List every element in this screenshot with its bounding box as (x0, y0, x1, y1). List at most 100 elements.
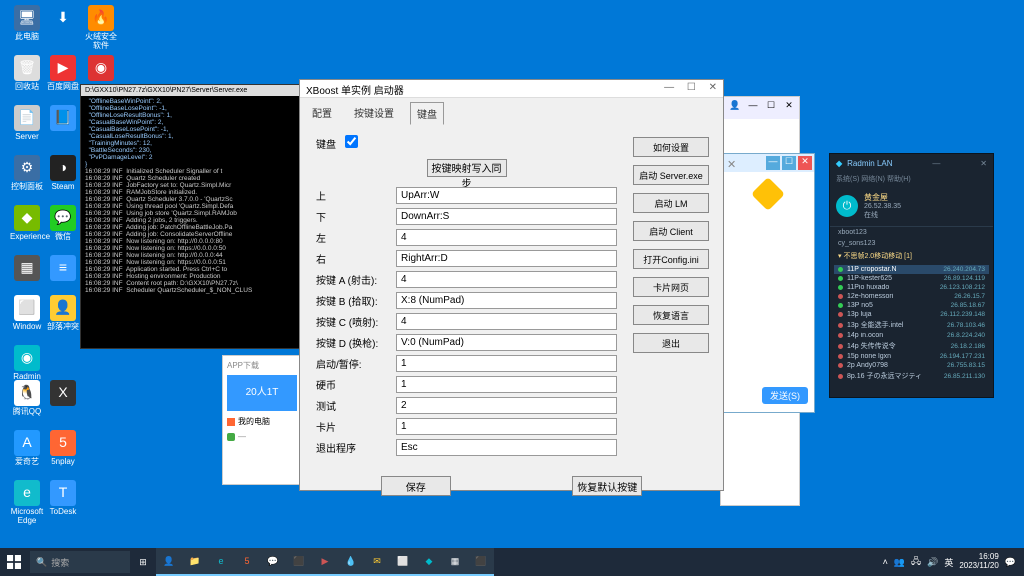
side-button-6[interactable]: 恢复语言 (633, 305, 709, 325)
reset-defaults-button[interactable]: 恢复默认按键 (572, 476, 642, 496)
keybind-input-6[interactable] (396, 313, 617, 330)
desktop-icon[interactable]: ⬇ (46, 5, 80, 33)
taskbar-app[interactable]: e (208, 548, 234, 576)
desktop-icon[interactable]: ⚙控制面板 (10, 155, 44, 192)
taskbar-app[interactable]: ⬛ (468, 548, 494, 576)
tray-volume-icon[interactable]: 🔊 (927, 557, 938, 568)
side-button-3[interactable]: 启动 Client (633, 221, 709, 241)
taskbar-app[interactable]: ▦ (442, 548, 468, 576)
desktop-icon[interactable]: eMicrosoft Edge (10, 480, 44, 526)
taskbar-clock[interactable]: 16:09 2023/11/20 (959, 553, 998, 571)
avatar-icon[interactable]: 👤 (728, 100, 742, 114)
keybind-input-0[interactable] (396, 187, 617, 204)
keybind-input-4[interactable] (396, 271, 617, 288)
desktop-icon[interactable]: 🗑回收站 (10, 55, 44, 92)
radmin-peer[interactable]: 14p in.ocon26.8.224.240 (834, 331, 989, 340)
console-titlebar[interactable]: D:\GXX10\PN27.7z\GXX10\PN27\Server\Serve… (81, 85, 299, 96)
radmin-peer[interactable]: 2p Andy079826.755.83.15 (834, 361, 989, 370)
sync-mapping-button[interactable]: 按键映射写入同步 (427, 159, 507, 177)
keybind-input-7[interactable] (396, 334, 617, 351)
radmin-peer[interactable]: 13p 全能选手.intel26.78.103.46 (834, 319, 989, 331)
radmin-group[interactable]: xboot123 (830, 227, 993, 238)
desktop-icon[interactable]: 📘 (46, 105, 80, 133)
radmin-peer[interactable]: 11Pio huxado26.123.108.212 (834, 283, 989, 292)
radmin-peer[interactable]: 11P-kester62526.89.124.119 (834, 274, 989, 283)
taskbar-app[interactable]: 💬 (260, 548, 286, 576)
send-button[interactable]: 发送(S) (762, 387, 808, 404)
taskbar-app[interactable]: 📁 (182, 548, 208, 576)
tab-1[interactable]: 按键设置 (348, 102, 400, 125)
desktop-icon[interactable]: ◉ (84, 55, 118, 83)
radmin-network-title[interactable]: ▾ 不思帧2.0移动移动 [1] (830, 249, 993, 263)
side-button-2[interactable]: 启动 LM (633, 193, 709, 213)
side-button-1[interactable]: 启动 Server.exe (633, 165, 709, 185)
radmin-peer[interactable]: 8p.16 子の永远マジティ26.85.211.130 (834, 370, 989, 382)
desktop-icon[interactable]: 🔥火绒安全软件 (84, 5, 118, 51)
task-view-icon[interactable]: ⊞ (130, 548, 156, 576)
desktop-icon[interactable]: 🐧腾讯QQ (10, 380, 44, 417)
keybind-input-2[interactable] (396, 229, 617, 246)
save-button[interactable]: 保存 (381, 476, 451, 496)
tray-chevron-icon[interactable]: ˄ (883, 557, 888, 567)
minimize-icon[interactable]: — (664, 82, 674, 93)
desktop-icon[interactable]: 💬微信 (46, 205, 80, 242)
keybind-input-1[interactable] (396, 208, 617, 225)
tray-people-icon[interactable]: 👥 (894, 557, 905, 568)
keybind-input-5[interactable] (396, 292, 617, 309)
taskbar-app[interactable]: 💧 (338, 548, 364, 576)
close-icon[interactable]: ✕ (782, 100, 796, 114)
power-icon[interactable]: ⏻ (836, 195, 858, 217)
tab-0[interactable]: 配置 (306, 102, 338, 125)
taskbar-app[interactable]: 👤 (156, 548, 182, 576)
desktop-icon[interactable]: ⬜Window (10, 295, 44, 332)
tray-ime-icon[interactable]: 英 (944, 556, 953, 569)
desktop-icon[interactable]: 👤部落冲突 (46, 295, 80, 332)
tab-2[interactable]: 键盘 (410, 102, 444, 125)
keybind-input-11[interactable] (396, 418, 617, 435)
side-button-7[interactable]: 退出 (633, 333, 709, 353)
minimize-icon[interactable]: — (746, 100, 760, 114)
taskbar-app[interactable]: ✉ (364, 548, 390, 576)
maximize-icon[interactable]: ☐ (782, 156, 796, 170)
taskbar-app[interactable]: 5 (234, 548, 260, 576)
radmin-peer[interactable]: 12e-homessori26.26.15.7 (834, 292, 989, 301)
desktop-icon[interactable]: 🖥此电脑 (10, 5, 44, 42)
taskbar-search[interactable]: 🔍 搜索 (30, 551, 130, 573)
desktop-icon[interactable]: ◑Steam (46, 155, 80, 192)
desktop-icon[interactable]: ≡ (46, 255, 80, 283)
radmin-peer[interactable]: 14p 失传传说令26.18.2.186 (834, 340, 989, 352)
tray-network-icon[interactable]: 🖧 (911, 554, 921, 570)
taskbar-app[interactable]: ⬜ (390, 548, 416, 576)
desktop-icon[interactable]: ◆Experience (10, 205, 44, 242)
desktop-icon[interactable]: TToDesk (46, 480, 80, 517)
desktop-icon[interactable]: X (46, 380, 80, 408)
start-button[interactable] (0, 548, 28, 576)
radmin-titlebar[interactable]: ◆ Radmin LAN — ✕ (830, 154, 993, 172)
banner-tile[interactable]: 20人1T (227, 375, 297, 411)
maximize-icon[interactable]: ☐ (764, 100, 778, 114)
desktop-icon[interactable]: 55nplay (46, 430, 80, 467)
radmin-peer[interactable]: 13p luja26.112.239.148 (834, 310, 989, 319)
radmin-group[interactable]: cy_sons123 (830, 238, 993, 249)
desktop-icon[interactable]: ▶百度网盘 (46, 55, 80, 92)
close-icon[interactable]: ✕ (980, 159, 987, 168)
dialog-titlebar[interactable]: XBoost 单实例 启动器 — ☐ ✕ (300, 80, 723, 98)
side-button-4[interactable]: 打开Config.ini (633, 249, 709, 269)
side-button-0[interactable]: 如何设置 (633, 137, 709, 157)
close-icon[interactable]: ✕ (709, 82, 717, 93)
desktop-icon[interactable]: A爱奇艺 (10, 430, 44, 467)
desktop-icon[interactable]: ▦ (10, 255, 44, 283)
keybind-input-9[interactable] (396, 376, 617, 393)
taskbar-app[interactable]: ▶ (312, 548, 338, 576)
keyboard-checkbox[interactable] (345, 135, 358, 148)
radmin-peer[interactable]: 15p none lgxn26.194.177.231 (834, 352, 989, 361)
maximize-icon[interactable]: ☐ (687, 82, 696, 93)
keybind-input-3[interactable] (396, 250, 617, 267)
radmin-peer[interactable]: 11P cropostar.N26.240.204.73 (834, 265, 989, 274)
keybind-input-8[interactable] (396, 355, 617, 372)
panel-item[interactable]: 我的电脑 (238, 416, 270, 427)
radmin-peer[interactable]: 13P no526.85.18.67 (834, 301, 989, 310)
notifications-icon[interactable]: 💬 (1005, 557, 1016, 568)
minimize-icon[interactable]: — (766, 156, 780, 170)
side-button-5[interactable]: 卡片网页 (633, 277, 709, 297)
